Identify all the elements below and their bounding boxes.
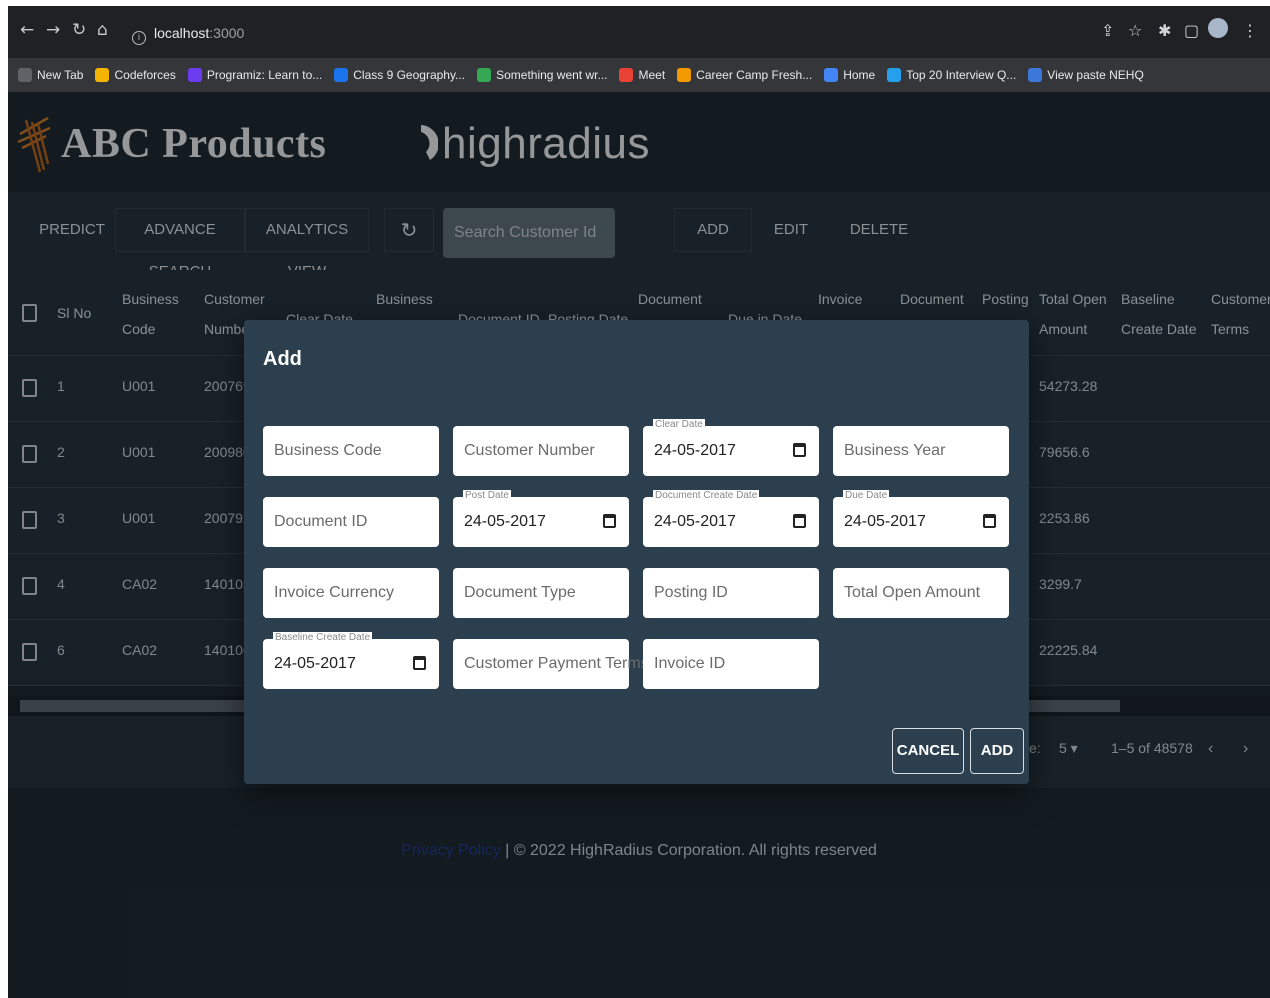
post-date-value: 24-05-2017 <box>464 513 546 530</box>
calendar-icon[interactable] <box>983 514 996 528</box>
bookmark-item[interactable]: Codeforces <box>95 68 176 82</box>
window-icon[interactable]: ▢ <box>1184 21 1199 40</box>
customer-number-placeholder: Customer Number <box>464 442 595 459</box>
business-year-placeholder: Business Year <box>844 442 946 459</box>
document-type-placeholder: Document Type <box>464 584 576 601</box>
bookmark-label: View paste NEHQ <box>1047 68 1144 82</box>
baseline-create-date-value: 24-05-2017 <box>274 655 356 672</box>
bookmark-favicon-icon <box>1028 68 1043 82</box>
forward-icon[interactable]: → <box>46 20 60 40</box>
url-port: :3000 <box>209 25 245 41</box>
total-open-amount-field[interactable]: Total Open Amount <box>833 568 1009 618</box>
bookmark-item[interactable]: Programiz: Learn to... <box>187 68 323 82</box>
bookmark-favicon-icon <box>477 68 492 82</box>
posting-id-field[interactable]: Posting ID <box>643 568 819 618</box>
document-create-date-value: 24-05-2017 <box>654 513 736 530</box>
bookmark-item[interactable]: View paste NEHQ <box>1028 68 1144 82</box>
back-icon[interactable]: ← <box>20 20 34 40</box>
calendar-icon[interactable] <box>603 514 616 528</box>
cancel-button[interactable]: CANCEL <box>892 728 964 774</box>
calendar-icon[interactable] <box>793 514 806 528</box>
bookmark-favicon-icon <box>95 68 110 82</box>
bookmark-star-icon[interactable]: ☆ <box>1128 21 1142 40</box>
due-date-value: 24-05-2017 <box>844 513 926 530</box>
bookmark-favicon-icon <box>334 68 349 82</box>
bookmark-favicon-icon <box>187 68 202 82</box>
bookmark-favicon-icon <box>824 68 839 82</box>
browser-window: ← → ↻ ⌂ i localhost:3000 ⇪ ☆ ✱ ▢ ⋮ New Ta… <box>8 6 1270 998</box>
reload-icon[interactable]: ↻ <box>72 20 86 40</box>
bookmark-item[interactable]: Home <box>824 68 875 82</box>
document-id-field[interactable]: Document ID <box>263 497 439 547</box>
calendar-icon[interactable] <box>413 656 426 670</box>
calendar-icon[interactable] <box>793 443 806 457</box>
business-year-field[interactable]: Business Year <box>833 426 1009 476</box>
bookmark-favicon-icon <box>619 68 634 82</box>
business-code-field[interactable]: Business Code <box>263 426 439 476</box>
dialog-add-button[interactable]: ADD <box>970 728 1024 774</box>
customer-number-field[interactable]: Customer Number <box>453 426 629 476</box>
clear-date-value: 24-05-2017 <box>654 442 736 459</box>
bookmark-item[interactable]: Career Camp Fresh... <box>677 68 812 82</box>
home-icon[interactable]: ⌂ <box>97 20 108 40</box>
bookmark-label: Codeforces <box>114 68 176 82</box>
bookmark-label: Top 20 Interview Q... <box>906 68 1017 82</box>
document-type-field[interactable]: Document Type <box>453 568 629 618</box>
document-id-placeholder: Document ID <box>274 513 368 530</box>
customer-payment-terms-placeholder: Customer Payment Terms <box>464 655 649 672</box>
posting-id-placeholder: Posting ID <box>654 584 728 601</box>
bookmark-favicon-icon <box>677 68 692 82</box>
bookmark-label: Class 9 Geography... <box>353 68 466 82</box>
bookmark-item[interactable]: New Tab <box>18 68 83 82</box>
add-dialog: Add Business Code Customer Number Clear … <box>244 320 1029 784</box>
bookmark-favicon-icon <box>887 68 902 82</box>
bookmark-favicon-icon <box>18 68 32 82</box>
bookmark-item[interactable]: Class 9 Geography... <box>334 68 465 82</box>
invoice-currency-placeholder: Invoice Currency <box>274 584 395 601</box>
total-open-amount-placeholder: Total Open Amount <box>844 584 981 601</box>
post-date-field[interactable]: Post Date 24-05-2017 <box>453 490 629 547</box>
due-date-field[interactable]: Due Date 24-05-2017 <box>833 490 1009 547</box>
bookmark-label: Programiz: Learn to... <box>206 68 323 82</box>
url-field[interactable]: i localhost:3000 <box>122 20 1122 46</box>
bookmark-label: Meet <box>638 68 666 82</box>
bookmark-label: New Tab <box>37 68 84 82</box>
dialog-title: Add <box>263 348 302 370</box>
invoice-id-field[interactable]: Invoice ID <box>643 639 819 689</box>
customer-payment-terms-field[interactable]: Customer Payment Terms <box>453 639 649 689</box>
bookmark-label: Home <box>843 68 876 82</box>
browser-address-bar: ← → ↻ ⌂ i localhost:3000 ⇪ ☆ ✱ ▢ ⋮ <box>8 6 1270 58</box>
baseline-create-date-field[interactable]: Baseline Create Date 24-05-2017 <box>263 632 439 689</box>
bookmark-item[interactable]: Top 20 Interview Q... <box>887 68 1016 82</box>
site-info-icon[interactable]: i <box>132 31 146 45</box>
share-icon[interactable]: ⇪ <box>1101 21 1114 40</box>
invoice-id-placeholder: Invoice ID <box>654 655 726 672</box>
bookmarks-bar: New Tab Codeforces Programiz: Learn to... C… <box>8 58 1270 92</box>
bookmark-label: Career Camp Fresh... <box>696 68 813 82</box>
profile-avatar[interactable] <box>1208 18 1228 38</box>
bookmark-item[interactable]: Something went wr... <box>477 68 607 82</box>
clear-date-field[interactable]: Clear Date 24-05-2017 <box>643 419 819 476</box>
bookmark-label: Something went wr... <box>496 68 608 82</box>
document-create-date-field[interactable]: Document Create Date 24-05-2017 <box>643 490 819 547</box>
invoice-currency-field[interactable]: Invoice Currency <box>263 568 439 618</box>
extensions-icon[interactable]: ✱ <box>1158 21 1171 40</box>
url-host: localhost <box>154 25 210 41</box>
menu-icon[interactable]: ⋮ <box>1242 21 1258 40</box>
business-code-placeholder: Business Code <box>274 442 382 459</box>
bookmark-item[interactable]: Meet <box>619 68 665 82</box>
